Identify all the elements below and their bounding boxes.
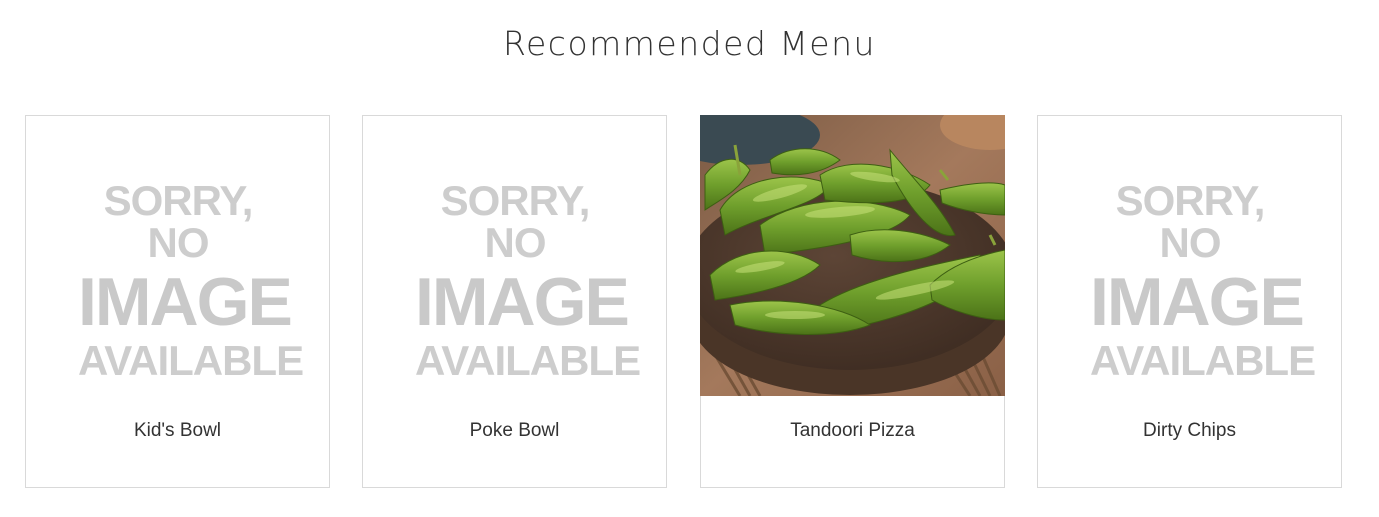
edamame-image <box>700 115 1005 396</box>
menu-card-poke-bowl[interactable]: SORRY, NO IMAGE AVAILABLE Poke Bowl <box>362 115 667 488</box>
edamame-photo[interactable] <box>700 115 1005 396</box>
menu-item-name[interactable]: Kid's Bowl <box>26 420 329 442</box>
menu-item-name[interactable]: Poke Bowl <box>363 420 666 442</box>
no-image-placeholder[interactable]: SORRY, NO IMAGE AVAILABLE <box>1038 116 1341 396</box>
section-title: Recommended Menu <box>503 24 876 63</box>
menu-card-kids-bowl[interactable]: SORRY, NO IMAGE AVAILABLE Kid's Bowl <box>25 115 330 488</box>
no-image-text: SORRY, NO IMAGE AVAILABLE <box>415 177 641 384</box>
menu-card-tandoori-pizza[interactable]: Tandoori Pizza <box>700 115 1005 488</box>
no-image-text: SORRY, NO IMAGE AVAILABLE <box>1090 177 1316 384</box>
menu-item-name[interactable]: Tandoori Pizza <box>701 420 1004 442</box>
no-image-placeholder[interactable]: SORRY, NO IMAGE AVAILABLE <box>26 116 329 396</box>
no-image-placeholder[interactable]: SORRY, NO IMAGE AVAILABLE <box>363 116 666 396</box>
menu-card-dirty-chips[interactable]: SORRY, NO IMAGE AVAILABLE Dirty Chips <box>1037 115 1342 488</box>
menu-item-name[interactable]: Dirty Chips <box>1038 420 1341 442</box>
no-image-text: SORRY, NO IMAGE AVAILABLE <box>78 177 304 384</box>
